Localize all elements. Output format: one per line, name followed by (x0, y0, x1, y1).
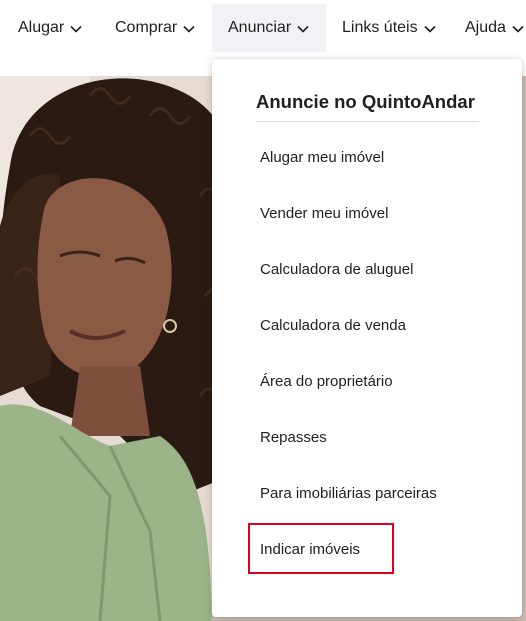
nav-item-links-uteis[interactable]: Links úteis (334, 4, 444, 52)
nav-item-comprar[interactable]: Comprar (107, 4, 203, 52)
nav-item-label: Links úteis (342, 19, 418, 36)
chevron-down-icon (183, 23, 195, 35)
menu-item-area-do-proprietario[interactable]: Área do proprietário (260, 373, 393, 390)
menu-item-calculadora-de-venda[interactable]: Calculadora de venda (260, 317, 406, 334)
anunciar-dropdown-menu: Anuncie no QuintoAndar Alugar meu imóvel… (212, 59, 522, 617)
nav-item-label: Comprar (115, 19, 178, 36)
menu-item-repasses[interactable]: Repasses (260, 429, 327, 446)
nav-item-label: Anunciar (228, 19, 292, 36)
highlight-box (248, 523, 394, 574)
dropdown-divider (256, 121, 479, 122)
dropdown-title: Anuncie no QuintoAndar (256, 91, 475, 112)
nav-item-label: Alugar (18, 19, 65, 36)
top-nav: Alugar Comprar Anunciar Links úteis Ajud… (0, 0, 526, 56)
menu-item-alugar-meu-imovel[interactable]: Alugar meu imóvel (260, 149, 384, 166)
menu-item-vender-meu-imovel[interactable]: Vender meu imóvel (260, 205, 388, 222)
chevron-down-icon (512, 23, 524, 35)
menu-item-calculadora-de-aluguel[interactable]: Calculadora de aluguel (260, 261, 413, 278)
menu-item-para-imobiliarias-parceiras[interactable]: Para imobiliárias parceiras (260, 485, 437, 502)
chevron-down-icon (424, 23, 436, 35)
chevron-down-icon (70, 23, 82, 35)
nav-item-anunciar[interactable]: Anunciar (212, 4, 326, 52)
nav-item-alugar[interactable]: Alugar (10, 4, 90, 52)
chevron-down-icon (297, 23, 309, 35)
nav-item-ajuda[interactable]: Ajuda (457, 4, 526, 52)
nav-item-label: Ajuda (465, 19, 506, 36)
